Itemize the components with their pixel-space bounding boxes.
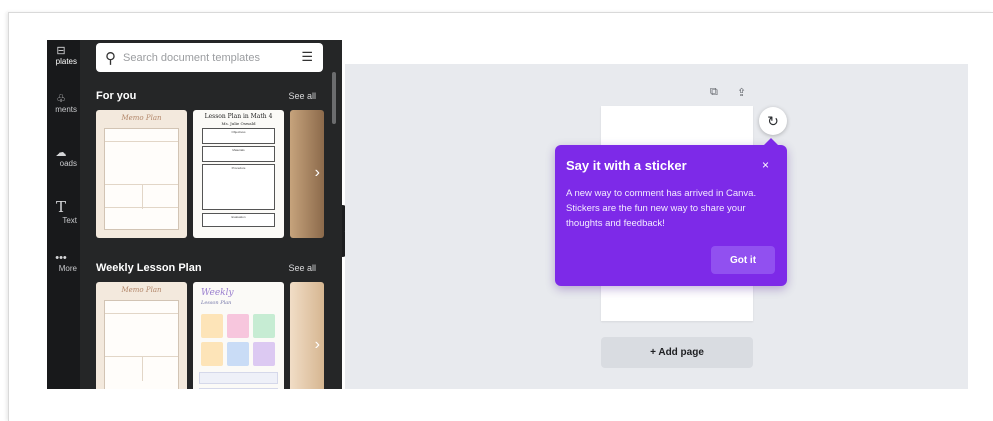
template-subtitle: Ms. Julie Oswald xyxy=(221,121,256,126)
template-thumbnail[interactable]: › xyxy=(290,110,324,238)
template-thumbnail[interactable]: Lesson Plan in Math 4 Ms. Julie Oswald O… xyxy=(193,110,284,238)
add-page-button[interactable]: + Add page xyxy=(601,337,753,368)
template-thumbnail[interactable]: Weekly Lesson Plan xyxy=(193,282,284,389)
sidebar-item-templates[interactable]: ⊟ plates xyxy=(47,44,80,66)
sidebar-item-elements[interactable]: ♧ ments xyxy=(47,92,80,114)
template-grid xyxy=(104,128,179,230)
search-input[interactable]: Search document templates xyxy=(123,52,260,64)
sidebar-rail: ⊟ plates ♧ ments ☁ oads T Text ••• More xyxy=(47,40,80,389)
templates-icon: ⊟ xyxy=(56,45,66,57)
tooltip-title: Say it with a sticker xyxy=(566,158,687,173)
template-title: Weekly xyxy=(201,288,234,298)
template-thumbnail[interactable]: Memo Plan xyxy=(96,110,187,238)
template-title: Memo Plan xyxy=(121,286,162,294)
sidebar-item-label: plates xyxy=(55,57,77,66)
more-icon: ••• xyxy=(55,252,67,264)
template-thumbnail[interactable]: › xyxy=(290,282,324,389)
chevron-right-icon[interactable]: › xyxy=(315,336,320,354)
close-icon[interactable]: × xyxy=(762,158,769,172)
search-box[interactable]: ⚲ Search document templates ☰ xyxy=(96,43,323,72)
tooltip-body: A new way to comment has arrived in Canv… xyxy=(566,188,757,229)
template-box: Objectives xyxy=(202,128,275,144)
template-box: Evaluation xyxy=(202,213,275,227)
sidebar-item-label: ments xyxy=(55,105,77,114)
refresh-comment-icon[interactable]: ↻ xyxy=(759,107,787,135)
see-all-link[interactable]: See all xyxy=(288,91,316,101)
section-title: For you xyxy=(96,90,137,102)
section-title: Weekly Lesson Plan xyxy=(96,262,202,274)
sidebar-item-text[interactable]: T Text xyxy=(47,198,80,225)
filter-sliders-icon[interactable]: ☰ xyxy=(301,49,313,65)
sidebar-item-more[interactable]: ••• More xyxy=(47,252,80,273)
duplicate-page-icon[interactable]: ⧉ xyxy=(710,86,718,99)
template-thumbnail[interactable]: Memo Plan xyxy=(96,282,187,389)
template-row: Memo Plan Lesson Plan in Math 4 Ms. Juli… xyxy=(96,110,324,238)
add-page-icon[interactable]: ⇪ xyxy=(737,86,746,99)
template-title: Lesson Plan in Math 4 xyxy=(204,113,273,120)
sidebar-item-label: More xyxy=(58,264,77,273)
elements-icon: ♧ xyxy=(56,93,66,105)
see-all-link[interactable]: See all xyxy=(288,263,316,273)
sidebar-item-uploads[interactable]: ☁ oads xyxy=(47,146,80,168)
sidebar-item-label: Text xyxy=(62,216,77,225)
chevron-right-icon[interactable]: › xyxy=(315,164,320,182)
text-icon: T xyxy=(55,198,66,216)
search-icon: ⚲ xyxy=(105,49,116,67)
uploads-icon: ☁ xyxy=(55,147,67,159)
got-it-button[interactable]: Got it xyxy=(711,246,775,274)
template-title: Memo Plan xyxy=(121,114,162,122)
template-row: Memo Plan Weekly Lesson Plan › xyxy=(96,282,324,389)
template-box: Materials xyxy=(202,146,275,162)
template-box: Procedure xyxy=(202,164,275,210)
templates-panel: ⚲ Search document templates ☰ For you Se… xyxy=(80,40,342,389)
sidebar-item-label: oads xyxy=(59,159,77,168)
panel-scrollbar[interactable] xyxy=(332,72,336,124)
template-subtitle: Lesson Plan xyxy=(201,300,232,306)
template-grid xyxy=(104,300,179,389)
